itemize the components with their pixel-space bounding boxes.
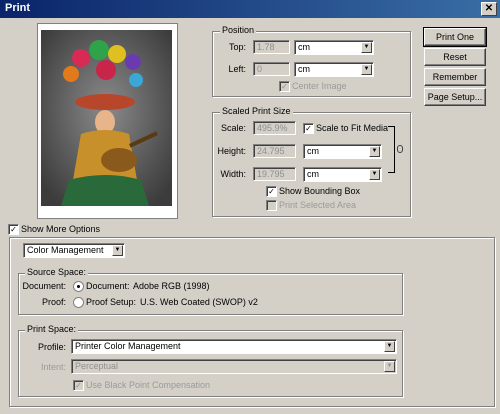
document-row-label: Document: [22,281,66,291]
proof-row-label: Proof: [41,297,66,307]
scale-to-fit-label: Scale to Fit Media [316,123,389,133]
print-one-button[interactable]: Print One [423,27,487,47]
source-space-group [18,273,403,315]
close-icon[interactable]: ✕ [481,2,497,16]
width-input[interactable]: 19.795 [253,167,296,181]
source-space-label: Source Space: [25,267,89,277]
left-input[interactable]: 0 [253,62,290,76]
position-group-label: Position [220,25,257,35]
remember-button[interactable]: Remember [424,68,486,86]
chevron-down-icon: ▼ [369,146,380,157]
window-title: Print [5,2,31,14]
height-input[interactable]: 24.795 [253,144,296,158]
proportion-bracket [388,126,395,173]
scale-to-fit-checkbox[interactable]: ✓ [303,123,314,134]
reset-button[interactable]: Reset [424,48,486,66]
print-profile-select[interactable]: Printer Color Management ▼ [71,339,397,354]
top-unit-value: cm [298,42,310,52]
profile-label: Profile: [37,342,66,352]
document-radio[interactable] [73,281,84,292]
center-image-label: Center Image [292,81,347,91]
intent-label: Intent: [40,362,66,372]
width-unit-value: cm [307,169,319,179]
show-more-options-label: Show More Options [21,224,101,234]
title-bar: Print ✕ [0,0,500,18]
chevron-down-icon: ▼ [361,42,372,53]
top-unit-select[interactable]: cm ▼ [294,40,374,55]
print-profile-value: Printer Color Management [75,341,181,351]
print-selected-area-checkbox[interactable] [266,200,277,211]
show-more-options-checkbox[interactable]: ✓ [8,224,19,235]
center-image-checkbox[interactable]: ✓ [279,81,290,92]
print-selected-area-label: Print Selected Area [279,200,357,210]
chevron-down-icon: ▼ [384,361,395,372]
width-unit-select[interactable]: cm ▼ [303,167,382,182]
intent-select[interactable]: Perceptual ▼ [71,359,397,374]
left-label: Left: [228,64,246,74]
chevron-down-icon: ▼ [384,341,395,352]
left-unit-value: cm [298,64,310,74]
scale-label: Scale: [220,123,246,133]
show-bounding-box-checkbox[interactable]: ✓ [266,186,277,197]
chevron-down-icon: ▼ [112,245,123,256]
top-input[interactable]: 1.78 [253,40,290,54]
document-option-label: Document: [86,281,130,291]
chevron-down-icon: ▼ [361,64,372,75]
page-setup-button[interactable]: Page Setup... [424,88,486,106]
height-unit-value: cm [307,146,319,156]
print-preview [37,23,178,219]
black-point-compensation-label: Use Black Point Compensation [86,380,211,390]
proof-setup-radio[interactable] [73,297,84,308]
height-label: Height: [217,146,246,156]
height-unit-select[interactable]: cm ▼ [303,144,382,159]
chevron-down-icon: ▼ [369,169,380,180]
chain-link-icon [397,145,403,153]
top-label: Top: [228,42,246,52]
print-space-label: Print Space: [25,324,79,334]
output-mode-select[interactable]: Color Management ▼ [23,243,125,258]
output-mode-value: Color Management [27,245,104,255]
show-bounding-box-label: Show Bounding Box [279,186,361,196]
black-point-compensation-checkbox[interactable]: ✓ [73,380,84,391]
document-profile-value: Adobe RGB (1998) [133,281,210,291]
width-label: Width: [220,169,246,179]
preview-photo [41,30,172,206]
proof-option-label: Proof Setup: [86,297,137,307]
proof-profile-value: U.S. Web Coated (SWOP) v2 [140,297,258,307]
intent-value: Perceptual [75,361,119,371]
scaled-print-size-label: Scaled Print Size [220,106,293,116]
scale-input[interactable]: 495.9% [253,121,296,135]
left-unit-select[interactable]: cm ▼ [294,62,374,77]
